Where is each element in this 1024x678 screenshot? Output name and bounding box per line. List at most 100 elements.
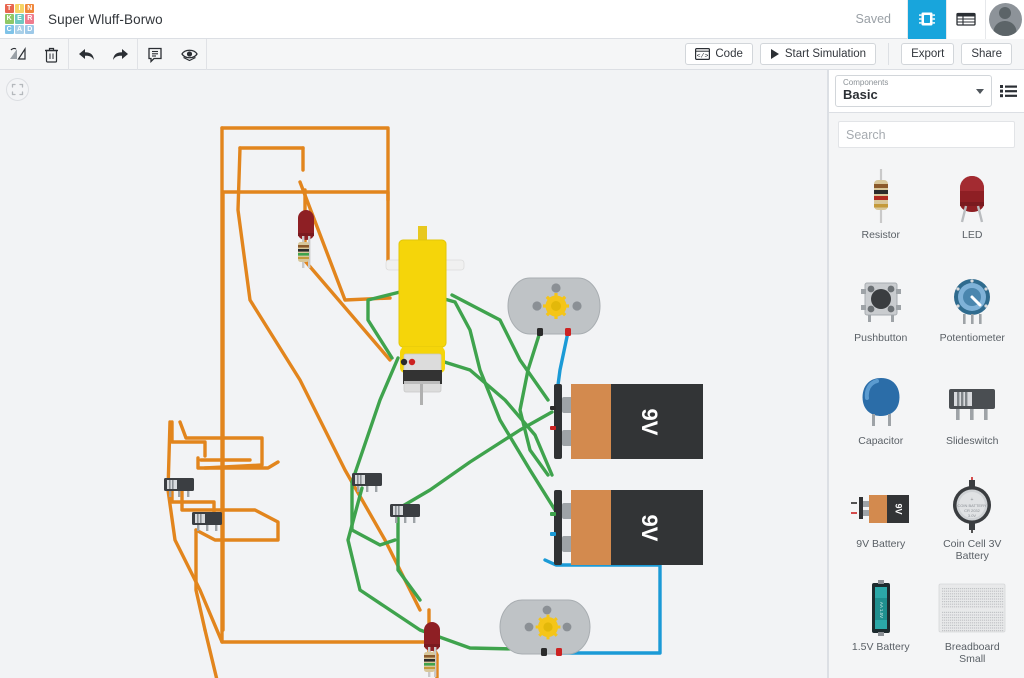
simulation-label: Start Simulation (784, 48, 867, 60)
edit-toolbar: </> Code Start Simulation Export Share (0, 38, 1024, 70)
search-box[interactable] (838, 121, 1015, 148)
logo-tile-a: A (14, 24, 25, 34)
component-label: LED (962, 229, 983, 241)
svg-text:9V: 9V (893, 503, 903, 514)
avatar[interactable] (985, 0, 1024, 39)
pushbutton-art (845, 268, 917, 330)
dc-motor-1[interactable] (507, 277, 601, 336)
logo-tile-n: N (25, 4, 35, 14)
chevron-down-icon (976, 89, 984, 94)
pushbutton-icon (860, 282, 901, 322)
battery-label-2: 9V (637, 515, 662, 542)
resistor-icon (873, 169, 888, 223)
svg-text:</>: </> (697, 52, 709, 59)
slideswitch-2[interactable] (192, 512, 222, 531)
toolbar-actions: </> Code Start Simulation Export Share (685, 43, 1024, 65)
history-tools-group (69, 38, 138, 70)
redo-icon[interactable] (103, 39, 137, 70)
document-title[interactable]: Super Wluff-Borwo (48, 12, 163, 27)
logo-tile-c: C (4, 24, 14, 34)
code-button[interactable]: </> Code (685, 43, 753, 65)
led-art (936, 165, 1008, 227)
code-icon: </> (695, 48, 711, 60)
circuit-view-icon[interactable] (907, 0, 946, 39)
slideswitch-4[interactable] (390, 504, 420, 523)
search-input[interactable] (846, 127, 1007, 142)
battery9v-art: 9V (845, 474, 917, 536)
logo-tile-i: I (14, 4, 25, 14)
component-label: Potentiometer (939, 332, 1005, 344)
rotate-icon[interactable] (0, 39, 34, 70)
component-item-slideswitch[interactable]: Slideswitch (927, 363, 1019, 466)
logo-tile-e: E (14, 14, 25, 24)
components-panel: Components Basic Search Resistor LED Pus… (828, 70, 1024, 678)
panel-divider (827, 70, 828, 678)
transform-tools-group (0, 38, 69, 70)
logo-tile-r: R (25, 14, 35, 24)
component-label: 1.5V Battery (851, 641, 910, 653)
circuit-diagram[interactable]: 9V 9V (0, 70, 828, 678)
search-area (829, 113, 1024, 155)
breadboard-icon (938, 583, 1006, 633)
export-button[interactable]: Export (901, 43, 955, 65)
fit-icon (11, 83, 24, 96)
share-button[interactable]: Share (961, 43, 1012, 65)
potentiometer-icon (954, 279, 991, 324)
battery15v-art: AA 1.5V (845, 577, 917, 639)
component-label: Coin Cell 3V Battery (943, 538, 1002, 562)
component-item-capacitor[interactable]: Capacitor (835, 363, 927, 466)
coincell-icon: + COIN BATTERY CR 2032 3.0V (953, 477, 992, 533)
save-status: Saved (855, 12, 891, 26)
svg-text:3.0V: 3.0V (968, 513, 977, 518)
code-label: Code (715, 48, 743, 60)
view-tools-group (138, 38, 207, 70)
start-simulation-button[interactable]: Start Simulation (759, 43, 877, 65)
logo-tile-t: T (4, 4, 14, 14)
logo-tile-k: K (4, 14, 14, 24)
trash-icon[interactable] (34, 39, 68, 70)
avatar-image (988, 2, 1022, 36)
component-label: Pushbutton (854, 332, 908, 344)
export-label: Export (911, 48, 945, 60)
undo-icon[interactable] (69, 39, 103, 70)
zoom-to-fit-button[interactable] (6, 78, 29, 101)
top-bar: TIN KER CAD Super Wluff-Borwo Saved (0, 0, 1024, 39)
battery-9v-1[interactable]: 9V (550, 384, 703, 459)
component-item-battery15v[interactable]: AA 1.5V 1.5V Battery (835, 569, 927, 672)
component-item-resistor[interactable]: Resistor (835, 157, 927, 260)
list-toggle-icon[interactable] (998, 84, 1018, 98)
slideswitch-icon (949, 389, 996, 420)
slideswitch-art (936, 371, 1008, 433)
gearmotor-yellow[interactable] (385, 226, 465, 405)
led-top[interactable] (298, 210, 314, 268)
breadboard-art (936, 577, 1008, 639)
component-category-select[interactable]: Components Basic (835, 75, 992, 107)
dc-motor-2[interactable] (499, 599, 591, 656)
component-label: Slideswitch (945, 435, 999, 447)
component-item-coincell[interactable]: + COIN BATTERY CR 2032 3.0V Coin Cell 3V… (927, 466, 1019, 569)
component-grid: Resistor LED Pushbutton Potentiometer Ca… (829, 155, 1024, 674)
battery-9v-2[interactable]: 9V (550, 490, 703, 565)
tinkercad-logo-button[interactable]: TIN KER CAD (0, 0, 39, 39)
component-item-pushbutton[interactable]: Pushbutton (835, 260, 927, 363)
orange-wire-group[interactable] (166, 126, 432, 654)
component-item-potentiometer[interactable]: Potentiometer (927, 260, 1019, 363)
annotation-icon[interactable] (138, 39, 172, 70)
component-label: Breadboard Small (944, 641, 1000, 665)
top-bar-right-group: Saved (840, 0, 1024, 39)
circuit-canvas[interactable]: 9V 9V (0, 70, 828, 678)
play-icon (770, 49, 779, 59)
list-view-icon[interactable] (946, 0, 985, 39)
component-item-led[interactable]: LED (927, 157, 1019, 260)
capacitor-icon (862, 378, 900, 426)
component-item-breadboard[interactable]: Breadboard Small (927, 569, 1019, 672)
toolbar-separator (888, 43, 890, 65)
coincell-art: + COIN BATTERY CR 2032 3.0V (936, 474, 1008, 536)
component-label: Capacitor (858, 435, 904, 447)
component-category-value: Basic (843, 87, 878, 102)
visibility-icon[interactable] (172, 39, 206, 70)
capacitor-art (845, 371, 917, 433)
potentiometer-art (936, 268, 1008, 330)
component-item-battery9v[interactable]: 9V 9V Battery (835, 466, 927, 569)
panel-header: Components Basic (829, 70, 1024, 113)
